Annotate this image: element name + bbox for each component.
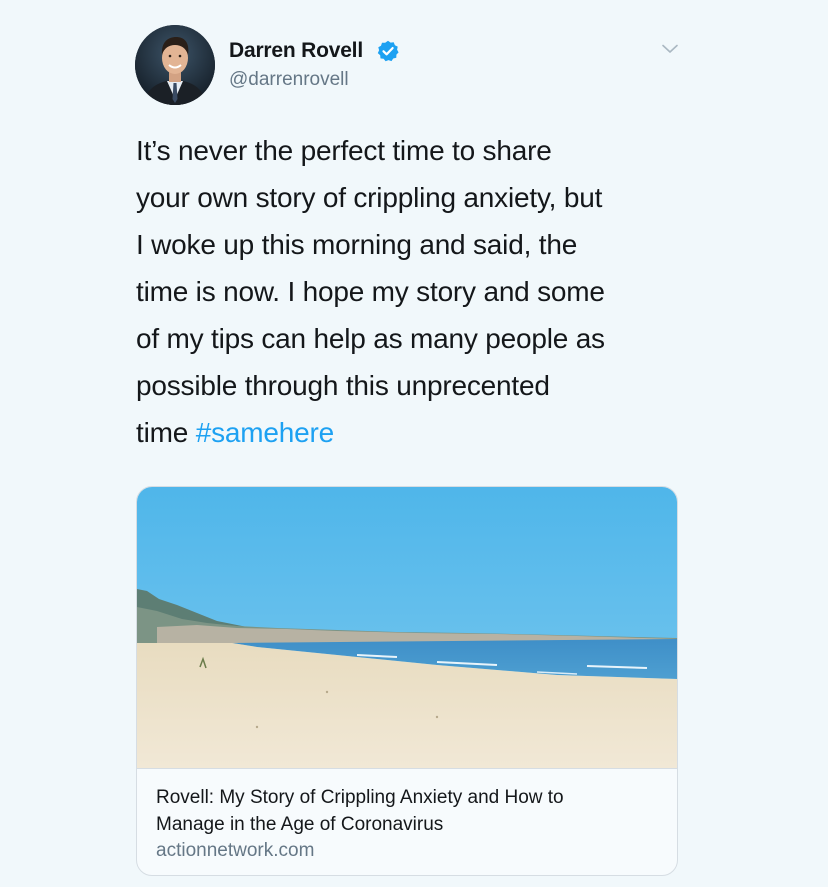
tweet-text-line: I woke up this morning and said, the	[136, 229, 578, 260]
hashtag-link[interactable]: #samehere	[196, 417, 334, 448]
tweet-text: It’s never the perfect time to share you…	[136, 127, 696, 456]
chevron-down-icon[interactable]	[662, 44, 678, 54]
beach-photo	[137, 487, 677, 768]
tweet-text-line: possible through this unprecented	[136, 370, 550, 401]
author-name[interactable]: Darren Rovell	[229, 38, 363, 64]
tweet: Darren Rovell @darrenrovell It’s never t…	[0, 0, 828, 887]
tweet-text-line: your own story of crippling anxiety, but	[136, 182, 603, 213]
card-domain: actionnetwork.com	[156, 840, 315, 861]
link-card[interactable]: Rovell: My Story of Crippling Anxiety an…	[136, 486, 678, 876]
card-title-line: Manage in the Age of Coronavirus	[156, 814, 444, 835]
card-meta: Rovell: My Story of Crippling Anxiety an…	[137, 768, 677, 875]
tweet-text-last-line: time #samehere	[136, 409, 696, 456]
avatar-photo	[135, 25, 215, 105]
tweet-text-line: time is now. I hope my story and some	[136, 276, 605, 307]
avatar[interactable]	[135, 25, 215, 105]
tweet-text-word: time	[136, 417, 189, 448]
author-handle[interactable]: @darrenrovell	[229, 68, 349, 92]
card-title: Rovell: My Story of Crippling Anxiety an…	[156, 784, 666, 838]
tweet-text-line: of my tips can help as many people as	[136, 323, 605, 354]
card-title-line: Rovell: My Story of Crippling Anxiety an…	[156, 787, 564, 808]
verified-badge-icon	[377, 40, 399, 62]
tweet-text-line: It’s never the perfect time to share	[136, 135, 552, 166]
